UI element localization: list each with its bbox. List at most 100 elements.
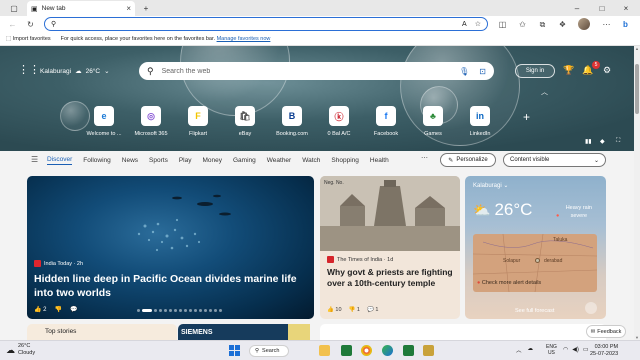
page-scrollbar[interactable]: ▲ ▼ [634,46,640,340]
split-screen-icon[interactable]: ◫ [496,18,509,31]
feed-card-row2[interactable] [320,324,606,340]
edge-icon[interactable] [382,345,393,356]
taskbar-weather-widget[interactable]: ☁ 26°C Cloudy [6,343,35,357]
feed-tab[interactable]: Play [179,157,192,164]
dislike-button[interactable]: 👎 1 [349,307,360,313]
comment-icon[interactable]: 💬 [70,306,77,313]
back-icon[interactable]: ← [6,18,19,31]
address-bar[interactable]: ⚲ A ☆ [44,17,488,31]
favorite-star-icon[interactable]: ☆ [475,20,481,28]
file-explorer-icon[interactable] [319,345,330,356]
import-favorites-button[interactable]: ⬚ Import favorites [6,36,51,42]
close-window-icon[interactable]: × [614,0,638,16]
copilot-icon[interactable]: b [619,18,632,31]
manage-favorites-link[interactable]: Manage favorites now [217,36,271,42]
quick-link-tile[interactable]: ♣ Games [413,106,453,137]
more-categories-icon[interactable]: ⋯ [421,154,428,162]
favorites-icon[interactable]: ✩ [516,18,529,31]
quick-link-tile[interactable]: f Facebook [366,106,406,137]
personalize-button[interactable]: ✎ Personalize [440,153,496,167]
rewards-icon[interactable]: 🏆 [563,65,574,76]
quick-link-tile[interactable]: B Booking.com [272,106,312,137]
scrollbar-thumb[interactable] [635,64,639,114]
like-count: 2 [43,307,47,313]
main-card-headline[interactable]: Hidden line deep in Pacific Ocean divide… [34,272,314,300]
add-quick-link-icon[interactable]: + [523,110,530,124]
chrome-icon[interactable] [361,345,372,356]
extensions-icon[interactable]: ❖ [556,18,569,31]
feed-tab[interactable]: Shopping [331,157,358,164]
spreadsheet-app-icon[interactable] [341,345,352,356]
quick-link-tile[interactable]: e Welcome to ... [84,106,124,137]
feed-tab[interactable]: Following [83,157,110,164]
language-indicator[interactable]: ENG US [546,344,557,356]
visual-search-icon[interactable]: ⊡ [479,67,486,76]
feed-tab[interactable]: Watch [302,157,320,164]
cloud-sync-icon[interactable]: ☁ [528,346,534,354]
web-search-input[interactable] [161,67,460,75]
quick-settings[interactable]: ◠ ◀) ▭ [563,346,589,353]
feed-tab[interactable]: Sports [149,157,168,164]
like-button[interactable]: 👍 10 [327,307,342,313]
feed-card-temple[interactable]: Neg. No. The Times of India · 1d Why gov… [320,176,460,319]
tab-close-icon[interactable]: × [126,4,131,13]
profile-avatar[interactable] [578,18,590,30]
quick-link-tile[interactable]: ⓚ 0 Bal A/C [319,106,359,137]
maximize-icon[interactable]: □ [590,0,614,16]
tab-new-tab[interactable]: ▣ New tab × [27,1,135,16]
dislike-icon[interactable]: 👎 [54,306,61,313]
app-icon[interactable] [423,345,434,356]
menu-hamburger-icon[interactable]: ☰ [31,155,38,164]
comment-button[interactable]: 💬 1 [367,307,378,313]
feed-tab[interactable]: Discover [47,156,73,165]
new-tab-icon[interactable]: + [134,0,158,16]
collapse-chevron-icon[interactable]: ︿ [541,87,548,97]
feed-tab[interactable]: Health [370,157,389,164]
like-button[interactable]: 👍 2 [34,306,46,313]
quick-link-tile[interactable]: 🛍 eBay [225,106,265,137]
app-icon[interactable] [403,345,414,356]
weather-card[interactable]: Kalaburagi ⌄ ⛅ 26°C ● Heavy rain severe … [465,176,606,319]
taskbar-search[interactable]: ⚲ Search [249,345,289,357]
more-alerts-link[interactable]: ● Check more alert details [477,280,541,286]
settings-gear-icon[interactable]: ⚙ [603,65,611,76]
minimize-icon[interactable]: – [565,0,589,16]
taskbar-clock[interactable]: 03:00 PM 25-07-2023 [590,344,618,358]
scroll-up-icon[interactable]: ▲ [634,46,640,51]
quick-link-label: 0 Bal A/C [327,131,351,137]
quick-link-tile[interactable]: in LinkedIn [460,106,500,137]
feed-tab[interactable]: Money [202,157,222,164]
top-stories-card[interactable]: Top stories [27,324,177,340]
feed-card-main[interactable]: India Today · 2h Hidden line deep in Pac… [27,176,314,319]
sign-in-button[interactable]: Sign in [515,64,555,78]
quick-link-tile[interactable]: ◎ Microsoft 365 [131,106,171,137]
read-aloud-icon[interactable]: A [462,21,467,28]
microphone-icon[interactable]: 🎙 [459,67,469,76]
pause-background-icon[interactable]: ▮▮ [585,138,592,145]
address-input[interactable] [60,20,463,28]
tray-overflow-icon[interactable]: ︿ [516,346,522,354]
feed-tab[interactable]: Weather [267,157,291,164]
weather-location[interactable]: Kalaburagi ☁ 26°C ⌄ [40,67,110,76]
app-launcher-icon[interactable]: ⋮⋮ [18,65,40,77]
siemens-ad-card[interactable]: SIEMENS [178,324,310,340]
quick-link-tile[interactable]: F Flipkart [178,106,218,137]
temple-card-headline[interactable]: Why govt & priests are fighting over a 1… [327,267,457,289]
weather-card-location[interactable]: Kalaburagi ⌄ [473,182,508,189]
fullscreen-icon[interactable]: ⛶ [616,138,620,145]
weather-action-icon[interactable] [585,302,597,314]
more-menu-icon[interactable]: ⋯ [600,18,613,31]
web-search-box[interactable]: ⚲ 🎙 ⊡ [139,62,494,80]
weather-alert[interactable]: ● Heavy rain severe [556,204,597,220]
feed-tab[interactable]: Gaming [233,157,256,164]
refresh-icon[interactable]: ↻ [24,18,37,31]
carousel-dots[interactable] [137,309,222,312]
feed-tab[interactable]: News [122,157,138,164]
full-forecast-link[interactable]: See full forecast [515,308,554,314]
collections-icon[interactable]: ⧉ [536,18,549,31]
content-visibility-select[interactable]: Content visible ⌄ [503,153,606,167]
windows-start-icon[interactable] [229,345,240,356]
feedback-button[interactable]: ✉ Feedback [586,325,626,338]
background-info-icon[interactable]: ◆ [600,138,605,145]
workspaces-icon[interactable]: ▢ [2,0,26,16]
